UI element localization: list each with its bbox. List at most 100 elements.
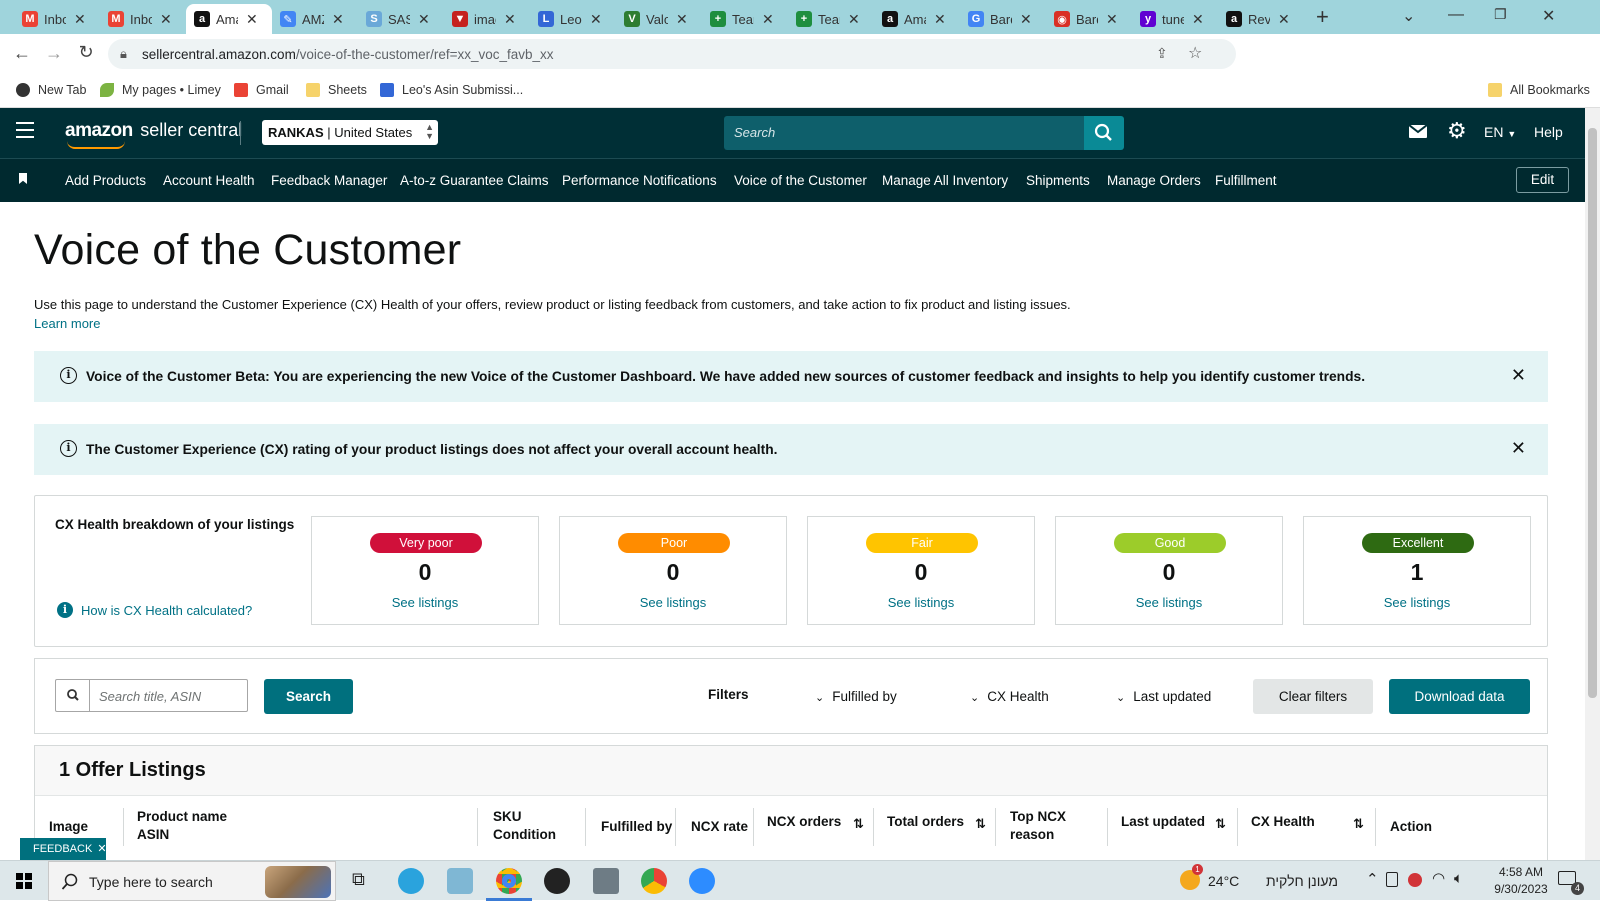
taskbar-search-box[interactable]: Type here to search [48, 861, 336, 901]
chrome-icon[interactable] [496, 868, 522, 894]
help-link[interactable]: Help [1534, 124, 1563, 140]
header-search-input[interactable]: Search [724, 116, 1084, 150]
see-listings-link[interactable]: See listings [312, 595, 538, 610]
see-listings-link[interactable]: See listings [560, 595, 786, 610]
download-data-button[interactable]: Download data [1389, 679, 1530, 714]
browser-tab[interactable]: M Inbox ✕ [14, 4, 98, 34]
tab-close-icon[interactable]: ✕ [74, 11, 86, 28]
search-button[interactable]: Search [264, 679, 353, 714]
browser-tab[interactable]: a Review ✕ [1218, 4, 1302, 34]
clock-time[interactable]: 4:58 AM [1486, 865, 1556, 879]
col-top-ncx-reason[interactable]: Top NCX reason [1010, 808, 1066, 844]
browser-tab[interactable]: a Amazon ✕ [186, 4, 272, 34]
tray-antivirus-icon[interactable] [1408, 873, 1422, 887]
tab-close-icon[interactable]: ✕ [762, 11, 774, 28]
browser-tab[interactable]: ✎ AMZ ✕ [272, 4, 356, 34]
header-search-button[interactable] [1084, 116, 1124, 150]
bookmark-star-icon[interactable]: ☆ [1188, 43, 1202, 63]
close-icon[interactable]: ✕ [1511, 365, 1526, 386]
seller-central-logo[interactable]: amazon seller central [65, 120, 242, 149]
calculator-icon[interactable] [593, 868, 619, 894]
nav-item[interactable]: Account Health [163, 173, 255, 188]
bookmark-my-pages[interactable]: My pages • Limey [100, 83, 221, 97]
minimize-icon[interactable]: — [1448, 6, 1464, 24]
browser-tab[interactable]: G Bard ✕ [960, 4, 1044, 34]
tab-close-icon[interactable]: ✕ [934, 11, 946, 28]
chrome-profile-icon[interactable] [641, 868, 667, 894]
sort-icon[interactable]: ⇅ [1215, 816, 1226, 832]
feedback-tab[interactable]: FEEDBACK ✕ [20, 838, 107, 860]
temperature[interactable]: 24°C [1208, 873, 1239, 889]
tab-close-icon[interactable]: ✕ [590, 11, 602, 28]
tab-close-icon[interactable]: ✕ [332, 11, 344, 28]
col-product-name[interactable]: Product name ASIN [137, 808, 227, 844]
settings-gear-icon[interactable]: ⚙ [1447, 118, 1467, 144]
site-info-icon[interactable]: 🔒︎ [120, 46, 127, 62]
nav-item[interactable]: Voice of the Customer [734, 173, 867, 188]
tab-close-icon[interactable]: ✕ [504, 11, 516, 28]
all-bookmarks[interactable]: All Bookmarks [1488, 83, 1590, 97]
col-sku[interactable]: SKU Condition [493, 808, 556, 844]
browser-tab[interactable]: S SAS ✕ [358, 4, 442, 34]
cx-health-how-link[interactable]: i How is CX Health calculated? [57, 602, 252, 618]
hamburger-menu-icon[interactable] [16, 122, 34, 138]
search-field[interactable]: Search title, ASIN [55, 679, 248, 712]
telegram-icon[interactable] [398, 868, 424, 894]
browser-tab[interactable]: ▼ image ✕ [444, 4, 528, 34]
close-icon[interactable]: ✕ [97, 843, 106, 855]
reload-icon[interactable]: ↻ [70, 42, 102, 63]
forward-icon[interactable]: → [38, 43, 70, 64]
bug-app-icon[interactable] [544, 868, 570, 894]
browser-tab[interactable]: V Valo ✕ [616, 4, 700, 34]
zoom-icon[interactable] [689, 868, 715, 894]
col-total-orders[interactable]: Total orders [887, 813, 964, 831]
tab-close-icon[interactable]: ✕ [1192, 11, 1204, 28]
nav-item[interactable]: A-to-z Guarantee Claims [400, 173, 549, 188]
page-scrollbar-thumb[interactable] [1588, 128, 1597, 698]
browser-tab[interactable]: M Inbox ✕ [100, 4, 184, 34]
close-window-icon[interactable]: ✕ [1542, 6, 1555, 26]
nav-item[interactable]: Add Products [65, 173, 146, 188]
browser-tab[interactable]: + Team ✕ [702, 4, 786, 34]
see-listings-link[interactable]: See listings [1304, 595, 1530, 610]
browser-tab[interactable]: a Amazon ✕ [874, 4, 958, 34]
store-switcher[interactable]: RANKAS | United States ▲ ▼ [262, 120, 438, 145]
bookmark-flag-icon[interactable] [19, 173, 27, 184]
tab-close-icon[interactable]: ✕ [1278, 11, 1290, 28]
nav-item[interactable]: Performance Notifications [562, 173, 717, 188]
sort-icon[interactable]: ⇅ [975, 816, 986, 832]
wifi-icon[interactable]: ◠ [1432, 869, 1445, 887]
volume-icon[interactable]: 🔈︎ [1454, 870, 1463, 887]
learn-more-link[interactable]: Learn more [34, 316, 100, 331]
browser-tab[interactable]: ◉ Bard ✕ [1046, 4, 1130, 34]
nav-item[interactable]: Fulfillment [1215, 173, 1277, 188]
bookmark-new-tab[interactable]: New Tab [16, 83, 86, 97]
nav-item[interactable]: Shipments [1026, 173, 1090, 188]
tab-close-icon[interactable]: ✕ [160, 11, 172, 28]
tray-chevron-icon[interactable]: ⌃ [1366, 870, 1379, 888]
tab-close-icon[interactable]: ✕ [848, 11, 860, 28]
nav-item[interactable]: Manage Orders [1107, 173, 1201, 188]
col-fulfilled-by[interactable]: Fulfilled by [601, 818, 672, 836]
close-icon[interactable]: ✕ [1511, 438, 1526, 459]
fulfilled-by-dropdown[interactable]: ⌄ Fulfilled by [815, 689, 897, 704]
see-listings-link[interactable]: See listings [808, 595, 1034, 610]
last-updated-dropdown[interactable]: ⌄ Last updated [1116, 689, 1211, 704]
tab-close-icon[interactable]: ✕ [418, 11, 430, 28]
nav-edit-button[interactable]: Edit [1516, 167, 1569, 193]
bookmark-leo[interactable]: Leo's Asin Submissi... [380, 83, 523, 97]
tab-search-chevron-icon[interactable]: ⌄ [1402, 6, 1415, 26]
tab-close-icon[interactable]: ✕ [1020, 11, 1032, 28]
col-cx-health[interactable]: CX Health [1251, 813, 1315, 831]
new-tab-button[interactable]: + [1316, 4, 1329, 30]
browser-tab[interactable]: y tune ✕ [1132, 4, 1216, 34]
browser-tab[interactable]: + Team ✕ [788, 4, 872, 34]
share-icon[interactable]: ⇪ [1156, 45, 1168, 62]
back-icon[interactable]: ← [6, 43, 38, 64]
windows-start-icon[interactable] [16, 873, 32, 889]
clear-filters-button[interactable]: Clear filters [1253, 679, 1373, 714]
files-icon[interactable] [447, 868, 473, 894]
col-ncx-orders[interactable]: NCX orders [767, 813, 841, 831]
sort-icon[interactable]: ⇅ [1353, 816, 1364, 832]
url-bar[interactable]: 🔒︎ sellercentral.amazon.com/voice-of-the… [108, 39, 1236, 69]
